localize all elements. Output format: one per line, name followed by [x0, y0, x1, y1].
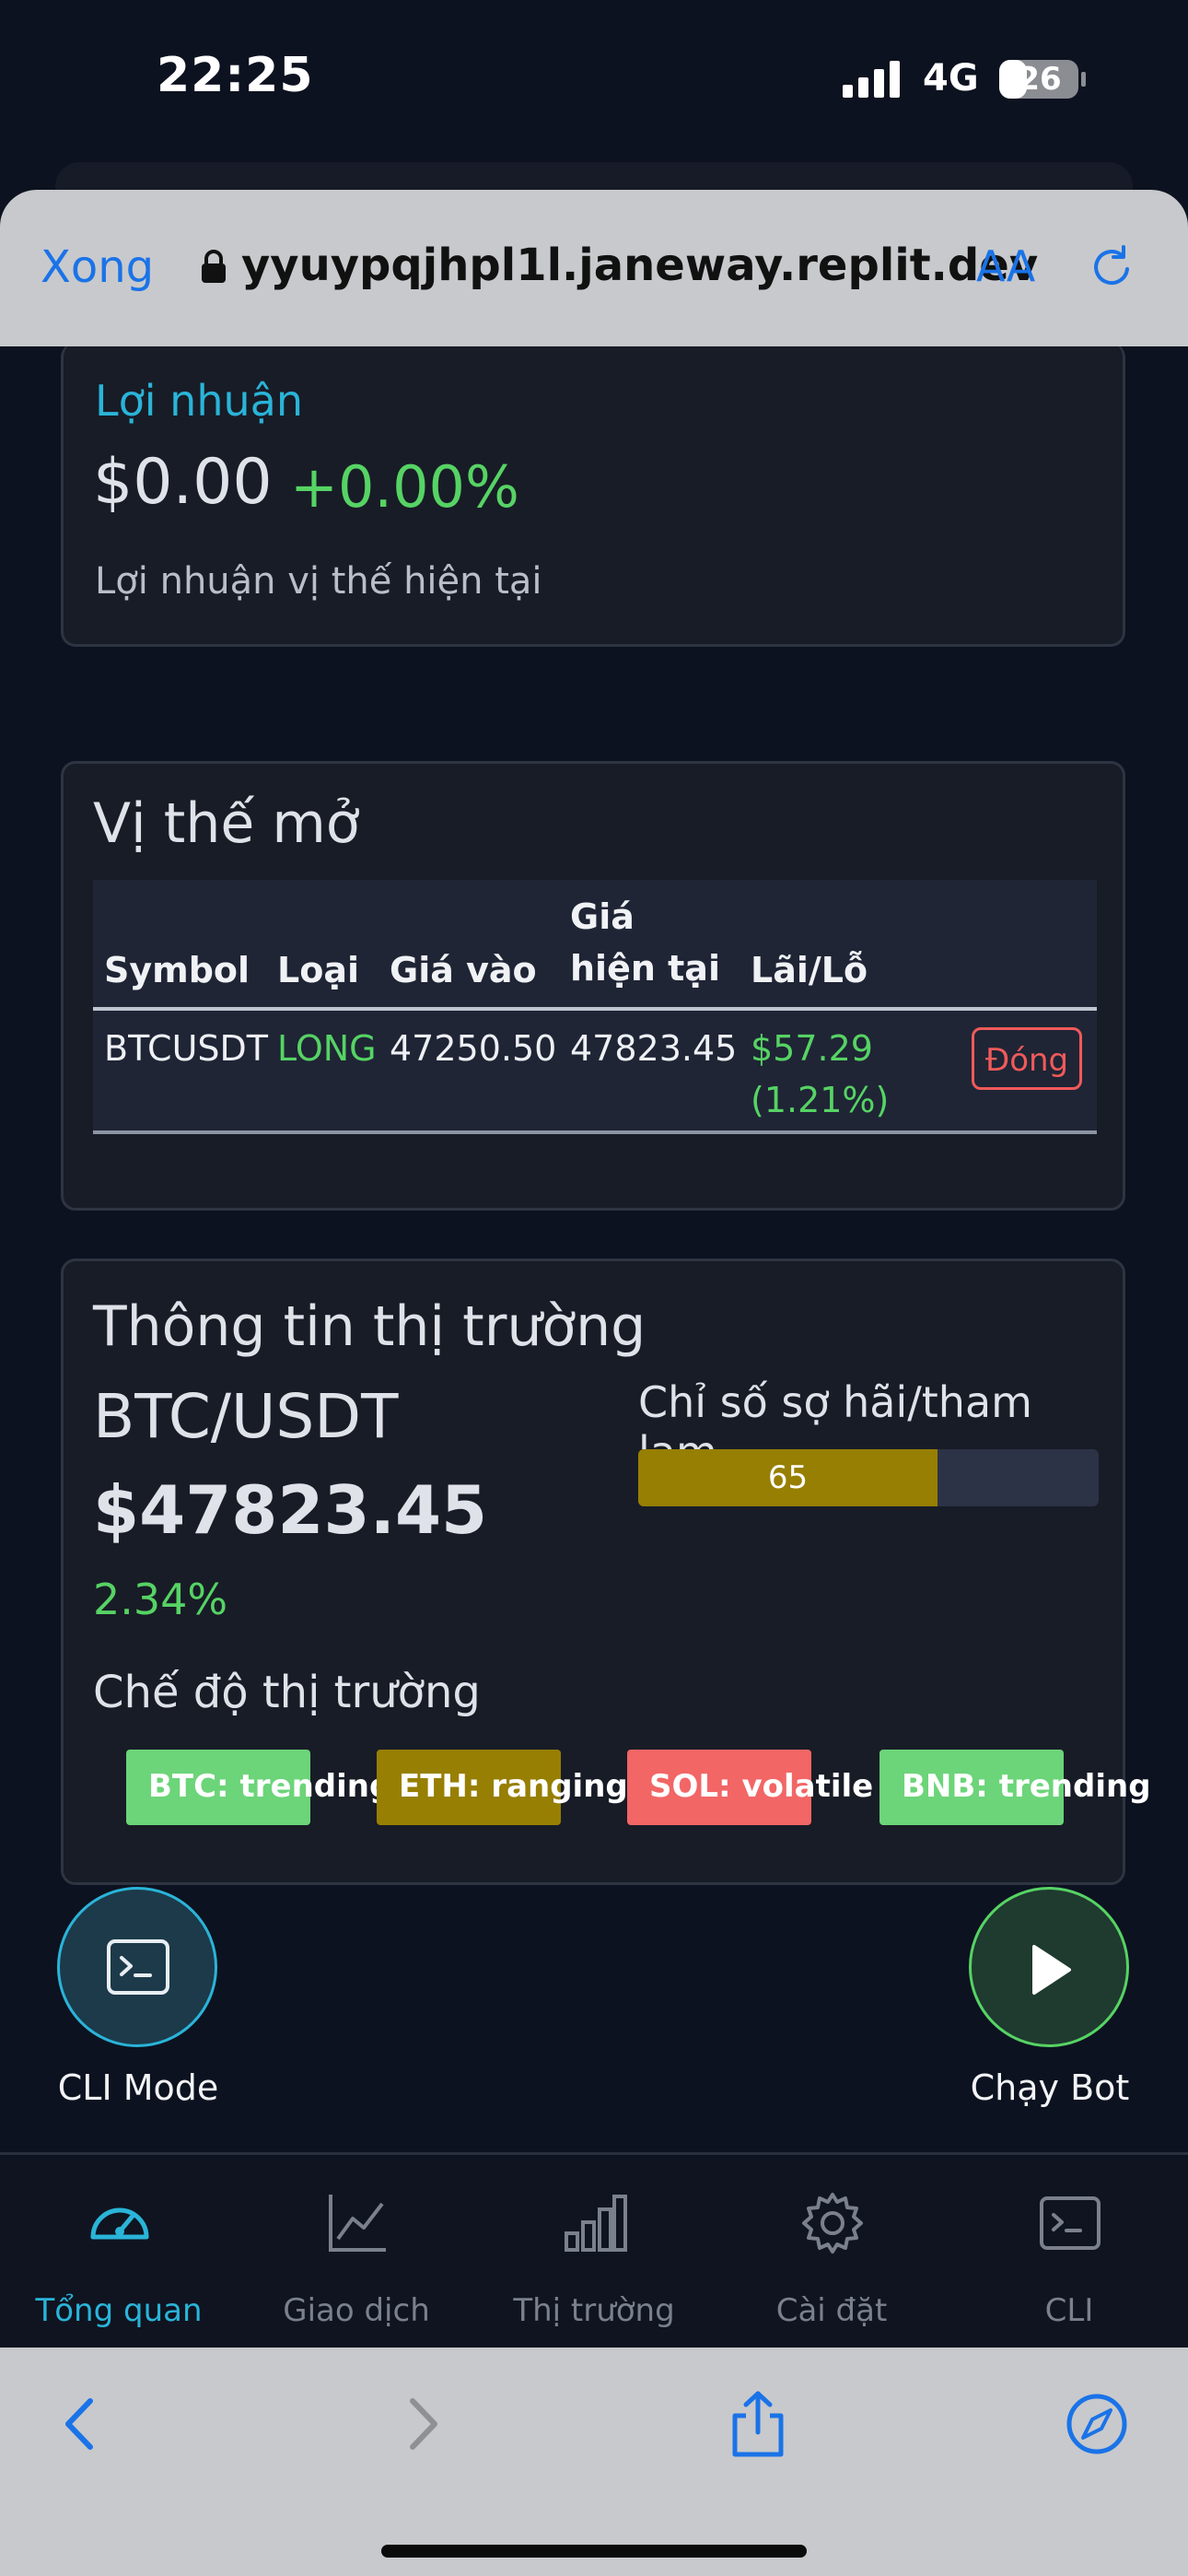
current-price: $47823.45 [93, 1471, 488, 1549]
trading-pair: BTC/USDT [93, 1381, 399, 1452]
profit-description: Lợi nhuận vị thế hiện tại [95, 560, 542, 603]
col-entry: Giá vào [390, 950, 537, 990]
nav-label-overview: Tổng quan [35, 2292, 203, 2329]
cell-current: 47823.45 [570, 1028, 738, 1069]
profit-card: Lợi nhuận $0.00 +0.00% Lợi nhuận vị thế … [61, 346, 1125, 647]
profit-value: $0.00 [93, 446, 273, 519]
battery-level: 26 [1018, 61, 1062, 98]
cell-entry: 47250.50 [390, 1028, 557, 1069]
cell-pnl: $57.29 [751, 1028, 873, 1069]
nav-item-market[interactable]: Thị trường [475, 2191, 713, 2338]
home-indicator [381, 2545, 807, 2558]
nav-item-overview[interactable]: Tổng quan [0, 2191, 238, 2338]
table-header: Symbol Loại Giá vào Giá hiện tại Lãi/Lỗ [93, 880, 1097, 1011]
url-field[interactable]: yyuypqjhpl1l.janeway.replit.dev [241, 240, 1038, 291]
cli-mode-button[interactable] [57, 1887, 217, 2047]
col-type: Loại [277, 950, 359, 990]
nav-item-trades[interactable]: Giao dịch [238, 2191, 475, 2338]
done-button[interactable]: Xong [41, 241, 154, 293]
browser-toolbar [0, 2348, 1188, 2576]
forward-icon[interactable] [390, 2390, 455, 2458]
nav-label-trades: Giao dịch [283, 2292, 430, 2329]
close-position-button[interactable]: Đóng [972, 1027, 1082, 1090]
network-type: 4G [923, 57, 979, 100]
line-chart-icon [329, 2195, 386, 2252]
open-positions-title: Vị thế mở [93, 791, 360, 856]
nav-item-settings[interactable]: Cài đặt [713, 2191, 950, 2338]
fear-greed-value: 65 [767, 1459, 809, 1496]
compass-icon[interactable] [1065, 2390, 1129, 2458]
text-size-button[interactable]: AA [976, 241, 1035, 291]
share-icon[interactable] [726, 2390, 790, 2458]
nav-label-settings: Cài đặt [775, 2292, 888, 2329]
speedometer-icon [90, 2207, 149, 2240]
col-symbol: Symbol [104, 950, 250, 990]
price-change: 2.34% [93, 1575, 228, 1624]
run-bot-button[interactable] [969, 1887, 1129, 2047]
play-icon [1032, 1945, 1071, 1995]
back-icon[interactable] [48, 2390, 112, 2458]
regime-badge-bnb: BNB: trending [902, 1768, 1151, 1805]
status-time: 22:25 [157, 48, 314, 103]
cell-symbol: BTCUSDT [104, 1028, 268, 1069]
profit-title: Lợi nhuận [95, 376, 303, 426]
fear-greed-bar: 65 [638, 1449, 1099, 1506]
nav-item-cli[interactable]: CLI [950, 2191, 1188, 2338]
lock-icon [202, 250, 226, 283]
cellular-signal-icon [843, 61, 900, 98]
regime-badge-eth: ETH: ranging [399, 1768, 628, 1805]
market-info-title: Thông tin thị trường [93, 1294, 646, 1359]
col-pnl: Lãi/Lỗ [751, 950, 868, 990]
regime-badge-btc: BTC: trending [148, 1768, 392, 1805]
run-bot-label: Chạy Bot [970, 2067, 1130, 2108]
terminal-icon [1040, 2196, 1101, 2250]
app-bottom-nav: Tổng quan Giao dịch Thị trường Cài đặt C… [0, 2158, 1188, 2348]
bar-chart-icon [565, 2195, 627, 2252]
divider [0, 2152, 1188, 2155]
col-current: Giá hiện tại [570, 896, 720, 989]
nav-label-market: Thị trường [513, 2292, 675, 2329]
cell-type: LONG [277, 1028, 377, 1069]
market-regime-title: Chế độ thị trường [93, 1667, 481, 1718]
regime-badge-sol: SOL: volatile [649, 1768, 874, 1805]
nav-label-cli: CLI [1044, 2292, 1094, 2329]
profit-percent: +0.00% [290, 453, 519, 521]
table-row: BTCUSDT LONG 47250.50 47823.45 $57.29 (1… [93, 1011, 1097, 1134]
market-info-card: Thông tin thị trường BTC/USDT $47823.45 … [61, 1259, 1151, 1885]
page-content: Lợi nhuận $0.00 +0.00% Lợi nhuận vị thế … [0, 346, 1188, 2158]
reload-icon[interactable] [1087, 241, 1138, 293]
open-positions-card: Vị thế mở Symbol Loại Giá vào Giá hiện t… [61, 761, 1125, 1211]
gear-icon [802, 2193, 863, 2254]
cell-pnl-percent: (1.21%) [751, 1080, 890, 1120]
terminal-icon [107, 1939, 169, 1995]
positions-table: Symbol Loại Giá vào Giá hiện tại Lãi/Lỗ … [93, 880, 1097, 1134]
cli-mode-label: CLI Mode [57, 2067, 219, 2108]
